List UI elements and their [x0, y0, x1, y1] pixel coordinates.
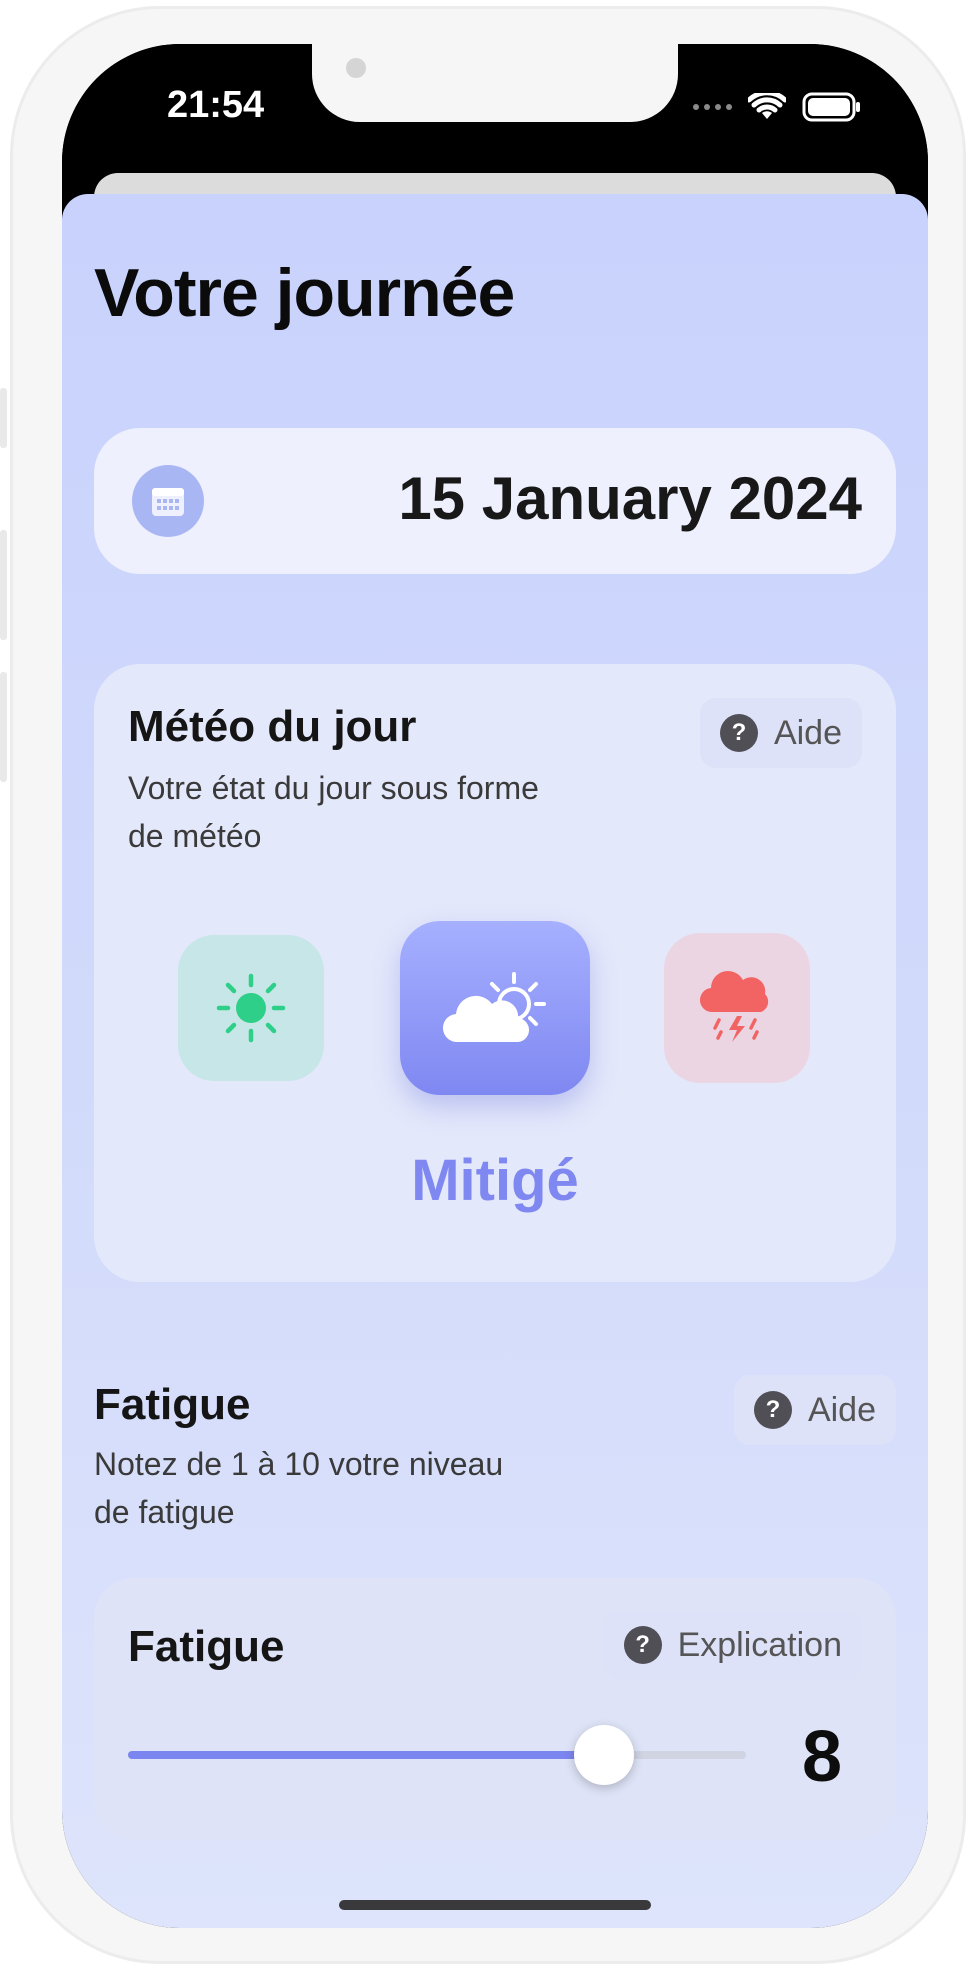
weather-option-sunny[interactable]	[178, 935, 324, 1081]
fatigue-slider[interactable]	[128, 1725, 746, 1785]
fatigue-subtitle-line: Notez de 1 à 10 votre niveau	[94, 1446, 504, 1482]
selected-weather-label: Mitigé	[411, 1148, 579, 1213]
meteo-subtitle-line: de météo	[128, 818, 262, 854]
cellular-icon	[693, 104, 732, 110]
calendar-icon	[132, 465, 204, 537]
partly-cloudy-icon	[442, 972, 546, 1043]
explanation-button[interactable]: ? Explication	[603, 1610, 862, 1680]
fatigue-help-label: Aide	[807, 1390, 876, 1429]
slider-thumb[interactable]	[574, 1725, 634, 1785]
fatigue-card-title: Fatigue	[128, 1622, 285, 1671]
fatigue-help-button[interactable]: ? Aide	[733, 1375, 896, 1445]
meteo-title: Météo du jour	[128, 702, 417, 751]
weather-option-storm[interactable]	[664, 933, 810, 1083]
explanation-label: Explication	[677, 1625, 842, 1664]
fatigue-card: Fatigue ? Explication 8	[94, 1578, 896, 1840]
daily-sheet: Votre journée 15 January 2024 Météo du j…	[62, 194, 928, 1928]
status-icons	[693, 92, 862, 122]
wifi-icon	[748, 93, 786, 119]
notch	[312, 44, 678, 122]
side-button	[0, 388, 7, 448]
page-title: Votre journée	[94, 255, 515, 331]
question-icon: ?	[719, 714, 758, 752]
home-indicator[interactable]	[339, 1900, 651, 1910]
meteo-card: Météo du jour Votre état du jour sous fo…	[94, 664, 896, 1282]
screen: 21:54 Votre journée 15 January 2024 Mété…	[62, 44, 928, 1928]
status-bar: 21:54	[62, 44, 928, 194]
question-icon: ?	[753, 1391, 792, 1429]
side-button	[0, 672, 7, 782]
camera	[346, 58, 366, 78]
date-picker[interactable]: 15 January 2024	[94, 428, 896, 574]
fatigue-subtitle-line: de fatigue	[94, 1494, 235, 1530]
fatigue-value: 8	[801, 1717, 842, 1797]
storm-icon	[699, 971, 769, 1042]
question-icon: ?	[623, 1626, 662, 1664]
sun-icon	[216, 973, 286, 1043]
weather-option-mixed[interactable]	[400, 921, 590, 1095]
side-button	[0, 530, 7, 640]
slider-fill	[128, 1751, 604, 1759]
battery-icon	[802, 92, 860, 122]
meteo-subtitle: Votre état du jour sous forme de météo	[128, 764, 539, 860]
status-time: 21:54	[167, 84, 265, 126]
fatigue-subtitle: Notez de 1 à 10 votre niveau de fatigue	[94, 1440, 503, 1536]
meteo-help-button[interactable]: ? Aide	[699, 698, 862, 768]
meteo-subtitle-line: Votre état du jour sous forme	[128, 770, 539, 806]
selected-date: 15 January 2024	[398, 465, 862, 532]
meteo-help-label: Aide	[773, 713, 842, 752]
fatigue-section-title: Fatigue	[94, 1380, 251, 1429]
